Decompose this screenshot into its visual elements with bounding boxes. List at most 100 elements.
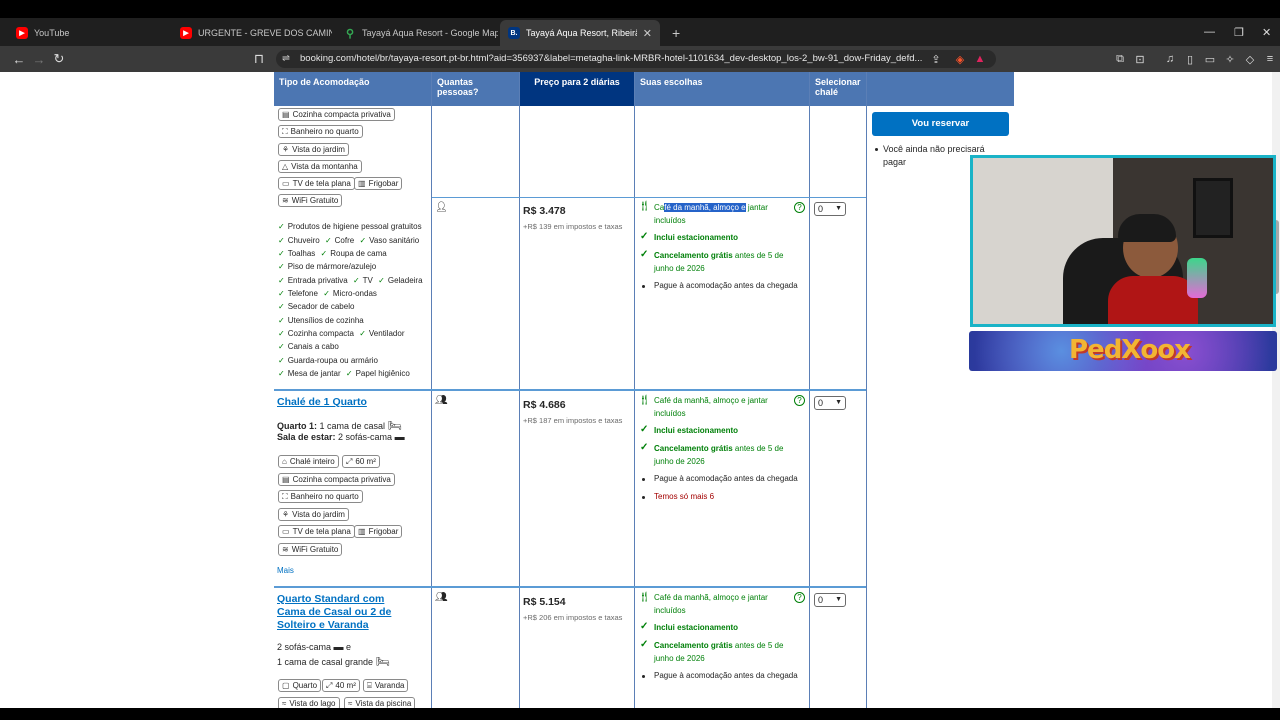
meal-plan: Café da manhã, almoço e jantar incluídos: [654, 593, 768, 615]
reload-icon[interactable]: ↻: [50, 50, 68, 68]
room-title-link[interactable]: Chalé de 1 Quarto: [277, 396, 367, 409]
close-window-button[interactable]: ✕: [1262, 18, 1271, 46]
facility-chip: ⚘ Vista do jardim: [278, 143, 349, 156]
row-divider: [274, 586, 866, 588]
header-type: Tipo de Acomodação: [274, 72, 431, 106]
bookmark-icon[interactable]: ⊓: [250, 50, 268, 68]
map-pin-icon: ⚲: [345, 27, 355, 40]
facility-chip: ⌸ Varanda: [363, 679, 409, 692]
help-icon[interactable]: ?: [794, 395, 805, 406]
sofa-bed-icon: ▬: [394, 432, 405, 443]
more-link[interactable]: Mais: [277, 566, 294, 575]
header-choices: Suas escolhas: [635, 72, 809, 106]
tab-booking[interactable]: B. Tayayá Aqua Resort, Ribeirão Cla ✕: [500, 20, 660, 46]
tab-google-maps[interactable]: ⚲ Tayayá Aqua Resort - Google Maps: [336, 20, 498, 46]
share-icon[interactable]: ⇪: [928, 50, 944, 68]
facility-chip: ⛶ Banheiro no quarto: [278, 490, 363, 503]
price-tax: +R$ 206 em impostos e taxas: [523, 613, 623, 622]
meal-icon: 🍴︎: [638, 592, 651, 603]
facility-chip: ⤢ 40 m²: [322, 679, 360, 692]
facility-chip: ≈ Vista do lago: [278, 697, 340, 708]
quantity-select[interactable]: 0 ▼: [814, 593, 846, 607]
wifi-icon: ≋: [282, 545, 289, 554]
facility-chip: ▭ TV de tela plana: [278, 177, 355, 190]
one-person-icon: 👤︎: [435, 202, 448, 213]
header-reserve-area: [867, 72, 1014, 106]
url-field[interactable]: ⇌ booking.com/hotel/br/tayaya-resort.pt-…: [276, 50, 996, 68]
parking-included: Inclui estacionamento: [654, 233, 739, 242]
price-value: R$ 3.478: [523, 205, 566, 217]
amenity-line: ✓ Utensílios de cozinha: [278, 316, 364, 325]
help-icon[interactable]: ?: [794, 592, 805, 603]
amenity-line: ✓ Telefone ✓ Micro-ondas: [278, 289, 377, 298]
chip-label: Cozinha compacta privativa: [292, 110, 391, 119]
facility-chip: ▥ Frigobar: [354, 177, 403, 190]
site-info-icon[interactable]: ⇌: [282, 50, 290, 68]
house-icon: ⌂: [282, 457, 287, 466]
bullet: [642, 675, 645, 678]
pay-at-property: Pague à acomodação antes da chegada: [654, 281, 798, 290]
person-shirt: [1108, 276, 1198, 324]
screenshot-icon[interactable]: ⊡: [1132, 50, 1148, 68]
sidebar-icon[interactable]: ▯: [1182, 50, 1198, 68]
poster: [1193, 178, 1233, 238]
check-icon: ✓: [278, 222, 285, 231]
facility-chip: △ Vista da montanha: [278, 160, 362, 173]
check-icon: ✓: [640, 621, 649, 632]
amenity-line: ✓ Guarda-roupa ou armário: [278, 356, 378, 365]
minimize-button[interactable]: ―: [1204, 18, 1215, 46]
ai-icon[interactable]: ✧: [1222, 50, 1238, 68]
streamer-logo: PedXoox: [1069, 335, 1191, 365]
parking-included: Inclui estacionamento: [654, 426, 739, 435]
facility-chip: ≋ WiFi Gratuito: [278, 194, 343, 207]
free-cancellation: Cancelamento grátis antes de 5 de junho d…: [654, 641, 784, 663]
chip-label: Vista do jardim: [292, 145, 345, 154]
facility-chip: ▭ TV de tela plana: [278, 525, 355, 538]
bath-icon: ⛶: [282, 492, 288, 501]
menu-icon[interactable]: ≡: [1262, 50, 1278, 68]
area-icon: ⤢: [346, 457, 353, 466]
new-tab-button[interactable]: +: [664, 20, 686, 46]
header-people: Quantas pessoas?: [432, 72, 519, 106]
tab-title: Tayayá Aqua Resort - Google Maps: [362, 28, 498, 38]
extensions-icon[interactable]: ⧉: [1112, 50, 1128, 68]
facility-chip: ⤢ 60 m²: [342, 455, 380, 468]
help-icon[interactable]: ?: [794, 202, 805, 213]
tab-title: URGENTE - GREVE DOS CAMINHONE: [198, 28, 332, 38]
wifi-icon: ≋: [282, 196, 289, 205]
meal-icon: 🍴︎: [638, 201, 651, 212]
tab-youtube[interactable]: ▶ YouTube: [8, 20, 168, 46]
chevron-down-icon: ▼: [835, 399, 842, 406]
facility-chip: ⌂ Chalé inteiro: [278, 455, 339, 468]
free-cancellation: Cancelamento grátis antes de 5 de junho d…: [654, 251, 784, 273]
forward-icon[interactable]: →: [30, 50, 48, 68]
vpn-icon[interactable]: ◇: [1242, 50, 1258, 68]
bed-info: Quarto 1: 1 cama de casal 🛏︎: [277, 420, 402, 432]
close-tab-icon[interactable]: ✕: [643, 27, 652, 40]
facility-chip: ≈ Vista da piscina: [344, 697, 416, 708]
rewards-icon[interactable]: ▲: [972, 50, 988, 68]
mountain-icon: △: [282, 162, 289, 171]
price-value: R$ 5.154: [523, 596, 566, 608]
tab-youtube-video[interactable]: ▶ URGENTE - GREVE DOS CAMINHONE: [172, 20, 332, 46]
meal-plan: Café da manhã, almoço e jantar incluídos: [654, 396, 768, 418]
fridge-icon: ▥: [358, 179, 366, 188]
maximize-button[interactable]: ❐: [1234, 18, 1244, 46]
wallet-icon[interactable]: ▭: [1202, 50, 1218, 68]
quantity-select[interactable]: 0 ▼: [814, 396, 846, 410]
reserve-button[interactable]: Vou reservar: [872, 112, 1009, 136]
media-icon[interactable]: ♫: [1162, 50, 1178, 68]
facility-chip: ▥ Frigobar: [354, 525, 403, 538]
room-title-link[interactable]: Quarto Standard com Cama de Casal ou 2 de…: [277, 593, 391, 632]
meal-icon: 🍴︎: [638, 395, 651, 406]
check-icon: ✓: [640, 442, 649, 453]
back-icon[interactable]: ←: [10, 50, 28, 68]
scarcity-message: Temos só mais 6: [654, 492, 715, 501]
facility-chip: ▢ Quarto: [278, 679, 322, 692]
bed-info: 1 cama de casal grande 🛏︎: [277, 656, 390, 668]
brave-shield-icon[interactable]: ◈: [952, 50, 968, 68]
quantity-select[interactable]: 0 ▼: [814, 202, 846, 216]
sofa-bed-icon: ▬: [333, 642, 344, 653]
amenity-line: ✓ Cozinha compacta ✓ Ventilador: [278, 329, 405, 338]
two-persons-icon: 👥︎: [435, 592, 448, 603]
